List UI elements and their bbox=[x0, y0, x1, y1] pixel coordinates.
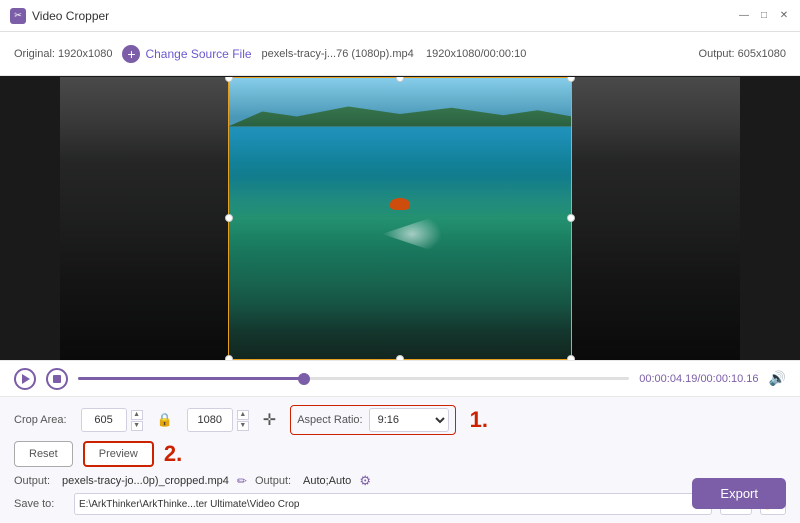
height-up-btn[interactable]: ▲ bbox=[237, 410, 249, 420]
app-title: Video Cropper bbox=[32, 9, 738, 23]
controls-row1: Crop Area: ▲ ▼ 🔒 ▲ ▼ ✛ Aspect Ratio: bbox=[14, 405, 786, 435]
title-bar: ✂ Video Cropper — □ ✕ bbox=[0, 0, 800, 32]
close-button[interactable]: ✕ bbox=[778, 10, 790, 22]
time-total: 00:00:10.16 bbox=[700, 373, 758, 385]
gray-right-overlay bbox=[572, 77, 740, 360]
crop-ocean bbox=[228, 77, 572, 360]
move-icon[interactable]: ✛ bbox=[263, 410, 276, 430]
output-filename: pexels-tracy-jo...0p)_cropped.mp4 bbox=[62, 475, 229, 487]
app-icon: ✂ bbox=[10, 8, 26, 24]
crop-waves bbox=[228, 161, 572, 359]
controls-area: Crop Area: ▲ ▼ 🔒 ▲ ▼ ✛ Aspect Ratio: bbox=[0, 396, 800, 523]
time-current: 00:00:04.19 bbox=[639, 373, 697, 385]
play-icon bbox=[22, 374, 30, 384]
save-row: Save to: ▼ 📂 bbox=[14, 493, 786, 515]
height-input-group: ▲ ▼ bbox=[187, 408, 249, 432]
bottom-section: Crop Area: ▲ ▼ 🔒 ▲ ▼ ✛ Aspect Ratio: bbox=[0, 396, 800, 523]
aspect-ratio-select[interactable]: 9:16 Original Custom 1:1 4:3 16:9 2.35:1 bbox=[369, 408, 449, 432]
playback-bar: 00:00:04.19/00:00:10.16 🔊 bbox=[0, 360, 800, 396]
width-down-btn[interactable]: ▼ bbox=[131, 421, 143, 431]
width-input-group: ▲ ▼ bbox=[81, 408, 143, 432]
plus-icon: + bbox=[122, 45, 140, 63]
output-info: Output: 605x1080 bbox=[699, 48, 786, 60]
crop-region bbox=[228, 77, 572, 360]
stop-button[interactable] bbox=[46, 368, 68, 390]
file-info: pexels-tracy-j...76 (1080p).mp4 1920x108… bbox=[262, 48, 689, 60]
width-up-btn[interactable]: ▲ bbox=[131, 410, 143, 420]
crop-mountains bbox=[228, 77, 572, 127]
progress-track[interactable] bbox=[78, 377, 629, 380]
stop-icon bbox=[53, 375, 61, 383]
video-frame bbox=[60, 77, 740, 360]
output-row: Output: pexels-tracy-jo...0p)_cropped.mp… bbox=[14, 473, 786, 489]
crop-area-label: Crop Area: bbox=[14, 414, 67, 426]
edit-icon[interactable]: ✏ bbox=[237, 474, 247, 488]
change-source-label: Change Source File bbox=[145, 47, 251, 61]
play-button[interactable] bbox=[14, 368, 36, 390]
controls-row2: Reset Preview 2. bbox=[14, 441, 786, 467]
filename: pexels-tracy-j...76 (1080p).mp4 bbox=[262, 48, 414, 60]
gear-icon[interactable]: ⚙ bbox=[359, 473, 371, 489]
change-source-button[interactable]: + Change Source File bbox=[122, 45, 251, 63]
output-value: Auto;Auto bbox=[303, 475, 351, 487]
time-display: 00:00:04.19/00:00:10.16 bbox=[639, 373, 758, 385]
progress-thumb[interactable] bbox=[298, 373, 310, 385]
minimize-button[interactable]: — bbox=[738, 10, 750, 22]
file-resolution: 1920x1080/00:00:10 bbox=[426, 48, 526, 60]
aspect-ratio-label: Aspect Ratio: bbox=[297, 414, 362, 426]
top-bar: Original: 1920x1080 + Change Source File… bbox=[0, 32, 800, 76]
output-label2: Output: bbox=[255, 475, 295, 487]
width-input[interactable] bbox=[81, 408, 127, 432]
volume-icon[interactable]: 🔊 bbox=[769, 370, 786, 387]
reset-button[interactable]: Reset bbox=[14, 441, 73, 467]
window-controls: — □ ✕ bbox=[738, 10, 790, 22]
video-area bbox=[0, 76, 800, 360]
original-resolution: Original: 1920x1080 bbox=[14, 48, 112, 60]
height-down-btn[interactable]: ▼ bbox=[237, 421, 249, 431]
annotation-1: 1. bbox=[470, 407, 488, 433]
progress-fill bbox=[78, 377, 304, 380]
height-spinner: ▲ ▼ bbox=[237, 410, 249, 431]
lock-icon[interactable]: 🔒 bbox=[157, 412, 173, 428]
width-spinner: ▲ ▼ bbox=[131, 410, 143, 431]
export-button[interactable]: Export bbox=[692, 478, 786, 509]
maximize-button[interactable]: □ bbox=[758, 10, 770, 22]
save-path-input[interactable] bbox=[74, 493, 712, 515]
preview-button[interactable]: Preview bbox=[83, 441, 154, 467]
save-label: Save to: bbox=[14, 498, 66, 510]
height-input[interactable] bbox=[187, 408, 233, 432]
output-label1: Output: bbox=[14, 475, 54, 487]
gray-left-overlay bbox=[60, 77, 228, 360]
aspect-ratio-group: Aspect Ratio: 9:16 Original Custom 1:1 4… bbox=[290, 405, 455, 435]
annotation-2: 2. bbox=[164, 441, 182, 467]
